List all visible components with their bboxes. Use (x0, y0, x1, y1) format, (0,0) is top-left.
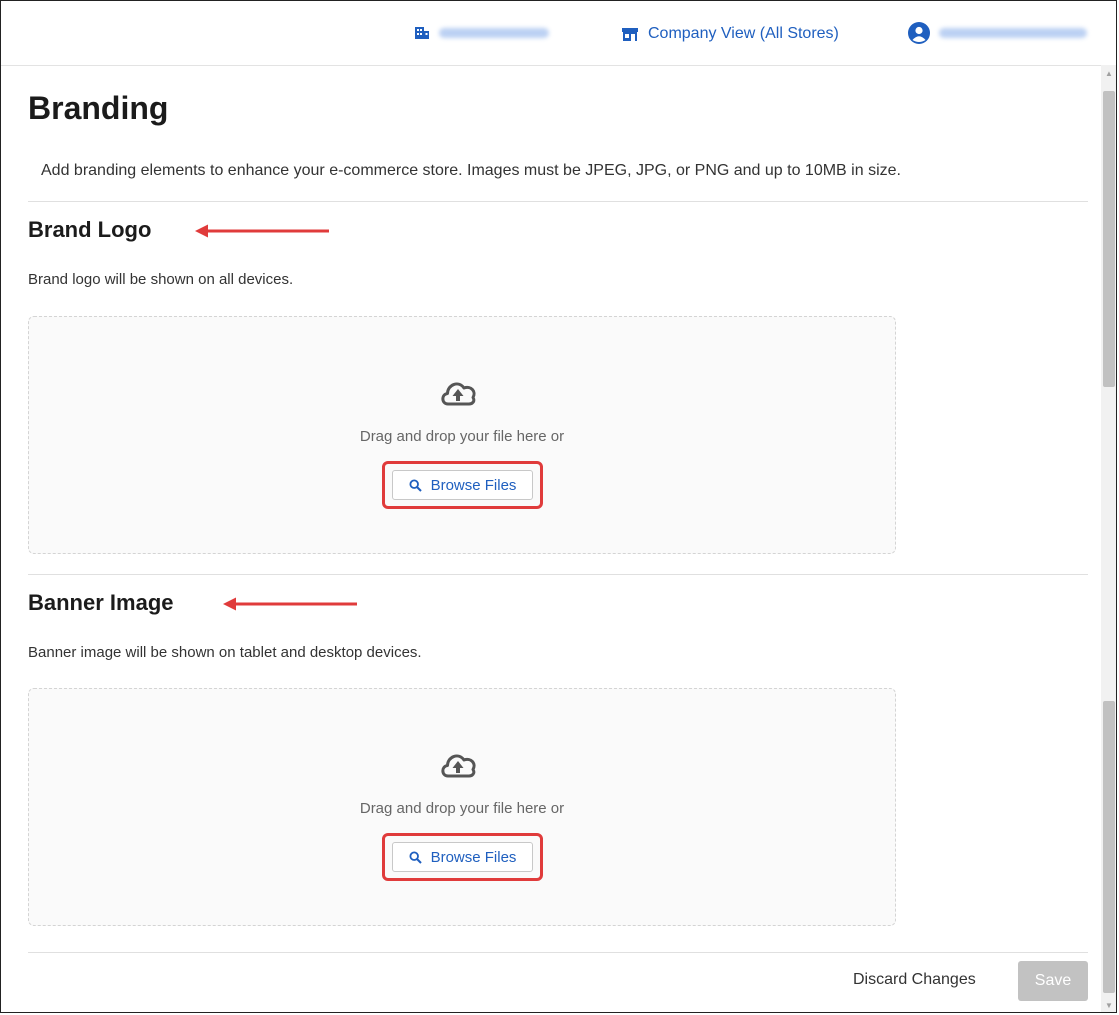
annotation-arrow (223, 597, 357, 611)
save-button[interactable]: Save (1018, 961, 1088, 1001)
dropzone-text: Drag and drop your file here or (359, 800, 565, 817)
scrollbar[interactable]: ▲ ▼ (1101, 65, 1116, 1012)
storefront-icon (622, 27, 638, 41)
dropzone-text: Drag and drop your file here or (359, 428, 565, 445)
brand-logo-description: Brand logo will be shown on all devices. (28, 271, 294, 288)
brand-logo-dropzone[interactable]: Drag and drop your file here or Browse F… (28, 316, 896, 554)
search-icon (409, 478, 422, 492)
page-title: Branding (28, 90, 169, 126)
banner-image-dropzone[interactable]: Drag and drop your file here or Browse F… (28, 688, 896, 926)
user-email-blurred (939, 28, 1087, 38)
browse-files-button[interactable]: Browse Files (392, 470, 533, 500)
divider (28, 201, 1088, 202)
scrollbar-thumb[interactable] (1103, 91, 1115, 387)
search-icon (409, 850, 422, 864)
scroll-down-arrow-icon[interactable]: ▼ (1101, 997, 1116, 1012)
brand-logo-title: Brand Logo (28, 217, 152, 242)
footer-divider (28, 952, 1088, 953)
divider (28, 574, 1088, 575)
company-view-label: Company View (All Stores) (648, 25, 839, 42)
scroll-up-arrow-icon[interactable]: ▲ (1101, 65, 1116, 81)
banner-image-title: Banner Image (28, 590, 174, 615)
discard-changes-button[interactable]: Discard Changes (853, 971, 976, 989)
scrollbar-thumb-lower[interactable] (1103, 701, 1115, 993)
browse-files-button[interactable]: Browse Files (392, 842, 533, 872)
cloud-upload-icon (441, 754, 476, 778)
user-account-menu[interactable] (908, 22, 1087, 44)
main-content: Branding Add branding elements to enhanc… (1, 65, 1101, 1012)
app-window: Company View (All Stores) Branding Add b… (0, 0, 1117, 1013)
browse-files-label: Browse Files (430, 476, 517, 494)
company-view-selector[interactable]: Company View (All Stores) (621, 25, 839, 43)
cloud-upload-icon (441, 382, 476, 406)
page-description: Add branding elements to enhance your e-… (41, 162, 901, 179)
browse-files-label: Browse Files (430, 848, 517, 866)
annotation-highlight-box: Browse Files (382, 833, 543, 881)
store-selector[interactable] (414, 25, 549, 40)
building-icon (415, 27, 429, 39)
banner-image-description: Banner image will be shown on tablet and… (28, 644, 422, 661)
user-circle-icon (908, 22, 930, 44)
top-bar: Company View (All Stores) (1, 1, 1116, 66)
annotation-arrow (195, 224, 329, 238)
annotation-highlight-box: Browse Files (382, 461, 543, 509)
store-name-blurred (439, 27, 549, 38)
